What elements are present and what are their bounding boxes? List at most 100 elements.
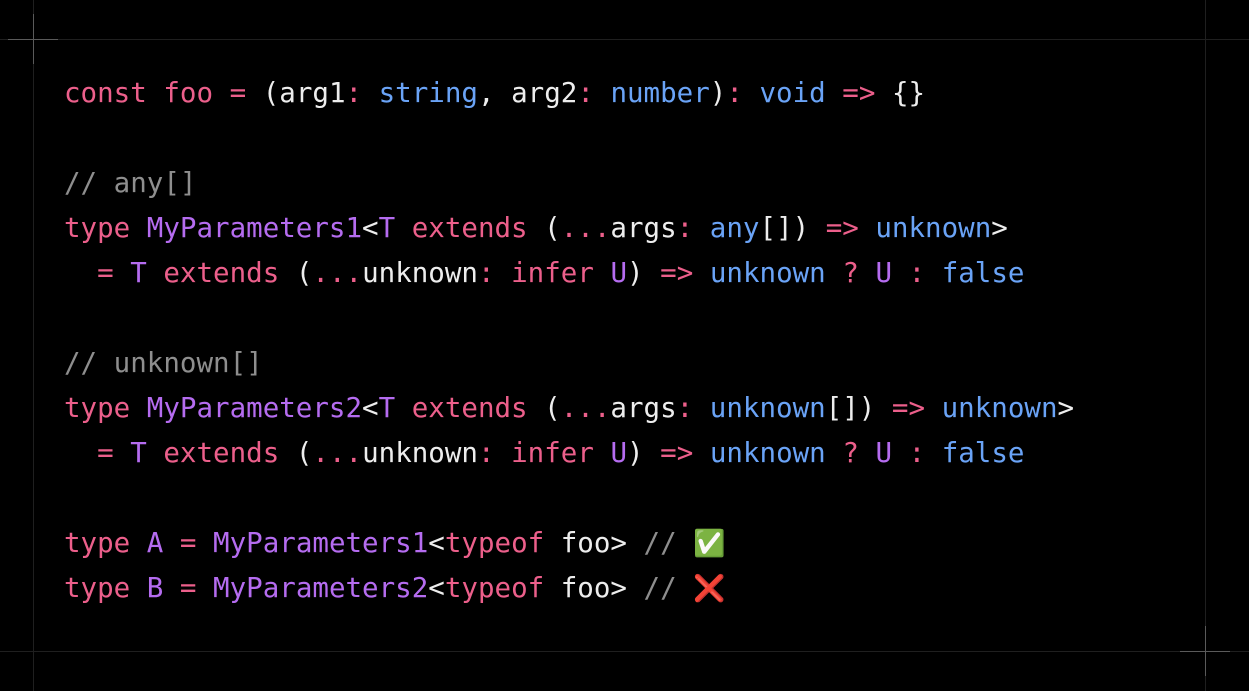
code-token-keyword: ? — [842, 257, 859, 289]
code-token-keyword: infer — [511, 257, 594, 289]
code-token-name: MyParameters2 — [146, 392, 363, 424]
code-token-plain: ) — [709, 77, 727, 109]
code-token-keyword: extends — [411, 392, 528, 424]
code-token-name: T — [378, 212, 396, 244]
code-token-keyword: = — [97, 257, 114, 289]
code-token-plain: ) — [627, 437, 661, 469]
code-token-plain: args — [610, 392, 677, 424]
code-token-keyword: type — [64, 392, 131, 424]
code-token-keyword: extends — [163, 257, 280, 289]
code-token-comment: // — [643, 572, 694, 604]
code-line: = T extends (...unknown: infer U) => unk… — [64, 431, 1074, 476]
code-token-keyword: => — [891, 392, 926, 424]
code-token-name: MyParameters2 — [213, 572, 429, 604]
code-token-keyword: => — [825, 212, 859, 244]
code-token-plain: []) — [759, 212, 826, 244]
code-token-keyword: = — [179, 527, 197, 559]
code-token-plain: ( — [527, 392, 561, 424]
code-token-name: U — [875, 437, 892, 469]
code-token-name: MyParameters1 — [213, 527, 429, 559]
code-token-plain: ( — [527, 212, 561, 244]
code-token-keyword: ... — [560, 392, 611, 424]
code-token-keyword: = — [229, 77, 247, 109]
code-token-type: unknown — [875, 212, 992, 244]
code-token-keyword: extends — [411, 212, 528, 244]
cross-mark-icon: ❌ — [693, 574, 726, 604]
code-token-plain: unknown — [362, 257, 478, 289]
code-token-keyword: : — [908, 437, 926, 469]
code-line: type A = MyParameters1<typeof foo> // ✅ — [64, 521, 1074, 566]
code-token-keyword: ... — [560, 212, 611, 244]
code-token-plain: < — [362, 212, 379, 244]
code-token-plain: < — [428, 527, 445, 559]
code-token-plain: , arg2 — [477, 77, 578, 109]
code-line: // any[] — [64, 161, 1074, 206]
guide-line-left — [33, 0, 34, 691]
code-token-name: MyParameters1 — [146, 212, 363, 244]
code-token-plain: (arg1 — [246, 77, 346, 109]
code-token-type: unknown — [709, 257, 826, 289]
code-token-keyword: : — [676, 392, 694, 424]
code-token-plain: args — [610, 212, 677, 244]
code-token-keyword: extends — [163, 437, 280, 469]
code-token-keyword: typeof — [444, 527, 545, 559]
code-token-keyword: : — [676, 212, 694, 244]
code-token-type: any — [709, 212, 760, 244]
code-token-keyword: ... — [312, 437, 363, 469]
code-token-keyword: foo — [163, 77, 214, 109]
code-token-plain: < — [362, 392, 379, 424]
code-token-keyword: = — [179, 572, 197, 604]
code-line: = T extends (...unknown: infer U) => unk… — [64, 251, 1074, 296]
code-token-keyword: => — [660, 257, 694, 289]
code-line: // unknown[] — [64, 341, 1074, 386]
code-token-name: T — [130, 257, 147, 289]
code-token-name: U — [875, 257, 892, 289]
code-token-keyword: type — [64, 572, 131, 604]
guide-line-right — [1205, 0, 1206, 691]
code-line: type MyParameters1<T extends (...args: a… — [64, 206, 1074, 251]
code-token-keyword: ... — [312, 257, 363, 289]
code-token-keyword: : — [908, 257, 926, 289]
code-token-name: T — [130, 437, 147, 469]
code-token-plain: ( — [279, 257, 313, 289]
code-token-type: number — [610, 77, 710, 109]
code-token-keyword: : — [477, 257, 495, 289]
code-token-type: string — [378, 77, 478, 109]
code-token-plain: > — [1057, 392, 1075, 424]
code-token-keyword: : — [726, 77, 743, 109]
check-mark-icon: ✅ — [693, 529, 726, 559]
code-token-keyword: => — [842, 77, 876, 109]
code-token-type: false — [941, 257, 1025, 289]
code-token-keyword: type — [64, 527, 131, 559]
code-block: const foo = (arg1: string, arg2: number)… — [64, 71, 1074, 611]
